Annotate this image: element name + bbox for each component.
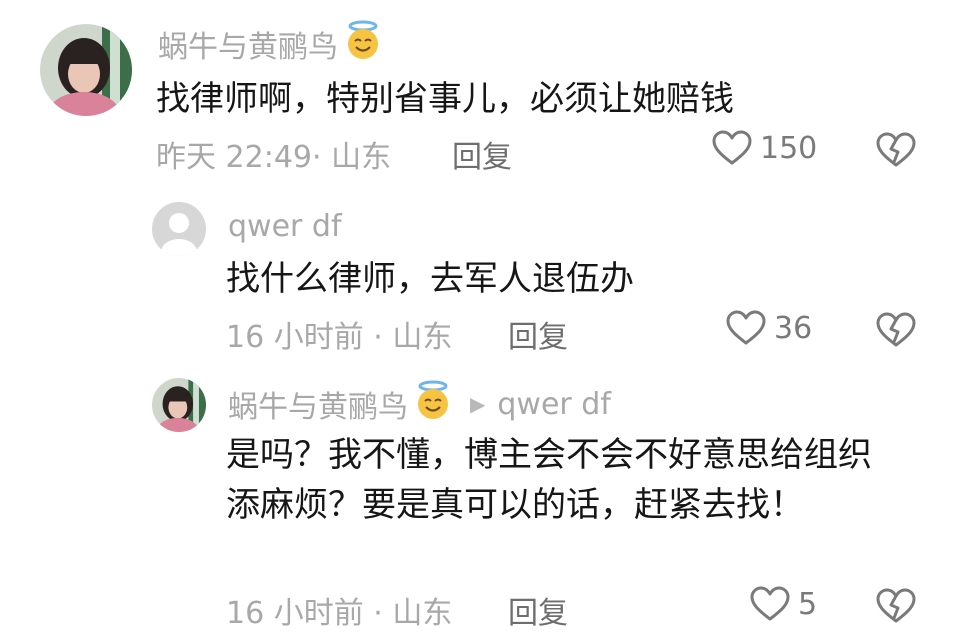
- heart-icon: [726, 310, 766, 345]
- timestamp: 昨天 22:49: [156, 140, 312, 175]
- comment-meta: 昨天 22:49· 山东: [156, 140, 392, 175]
- reply-button[interactable]: 回复: [452, 132, 512, 176]
- timestamp: 16 小时前: [226, 320, 364, 355]
- like-button[interactable]: 36: [726, 310, 812, 346]
- location: 山东: [331, 140, 392, 175]
- comment-item: 蜗牛与黄鹂鸟 找律师啊，特别省事儿，必须让她赔钱 昨天 22:49· 山东 回复…: [0, 0, 960, 190]
- reply-comment-item: qwer df 找什么律师，去军人退伍办 16 小时前 · 山东 回复 36: [0, 190, 960, 360]
- like-count: 36: [774, 310, 813, 346]
- heart-icon: [750, 586, 790, 621]
- like-button[interactable]: 5: [750, 586, 817, 622]
- like-count: 150: [760, 130, 818, 166]
- location: 山东: [392, 320, 453, 355]
- reply-button[interactable]: 回复: [508, 588, 568, 632]
- like-count: 5: [798, 586, 818, 622]
- reply-comment-item: 蜗牛与黄鹂鸟 ▶ qwer df 是吗？我不懂，博主会不会不好意思给组织添麻烦？…: [0, 362, 960, 638]
- comment-text: 找什么律师，去军人退伍办: [226, 259, 634, 299]
- broken-heart-icon: [876, 312, 916, 347]
- avatar[interactable]: [152, 202, 206, 256]
- author-name[interactable]: 蜗牛与黄鹂鸟: [158, 20, 382, 68]
- reply-target-name[interactable]: qwer df: [497, 387, 611, 422]
- timestamp: 16 小时前: [226, 596, 364, 631]
- dislike-button[interactable]: [876, 312, 916, 352]
- heart-icon: [712, 130, 752, 165]
- avatar[interactable]: [40, 24, 132, 116]
- location: 山东: [392, 596, 453, 631]
- girl-photo-avatar-icon: [40, 24, 132, 116]
- girl-photo-avatar-icon: [152, 378, 206, 432]
- comment-text: 是吗？我不懂，博主会不会不好意思给组织添麻烦？要是真可以的话，赶紧去找！: [226, 435, 872, 525]
- halo-smile-emoji-icon: [414, 380, 452, 428]
- comment-meta: 16 小时前 · 山东: [226, 596, 453, 631]
- avatar[interactable]: [152, 378, 206, 432]
- author-name[interactable]: 蜗牛与黄鹂鸟 ▶ qwer df: [228, 380, 611, 428]
- reply-button[interactable]: 回复: [508, 312, 568, 356]
- dislike-button[interactable]: [876, 132, 916, 172]
- reply-arrow-icon: ▶: [470, 392, 486, 416]
- comment-meta: 16 小时前 · 山东: [226, 320, 453, 355]
- broken-heart-icon: [876, 588, 916, 623]
- default-user-avatar-icon: [152, 202, 206, 256]
- dislike-button[interactable]: [876, 588, 916, 628]
- like-button[interactable]: 150: [712, 130, 817, 166]
- broken-heart-icon: [876, 132, 916, 167]
- halo-smile-emoji-icon: [344, 20, 382, 68]
- comment-text: 找律师啊，特别省事儿，必须让她赔钱: [156, 79, 734, 119]
- author-name[interactable]: qwer df: [228, 204, 342, 248]
